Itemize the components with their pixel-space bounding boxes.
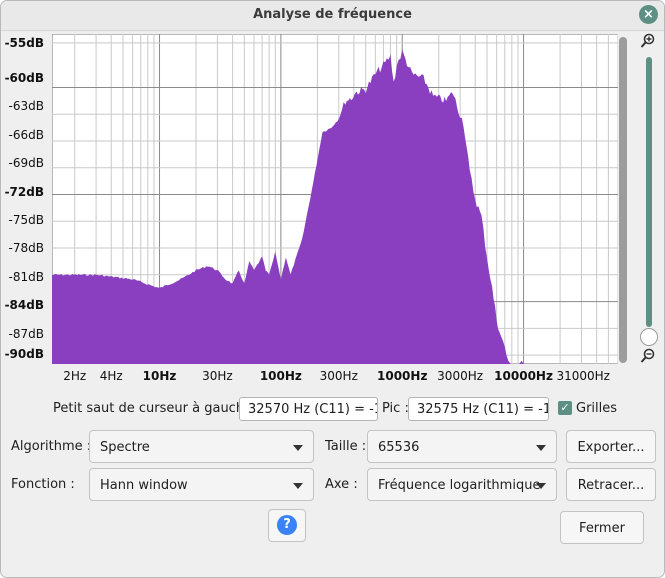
x-tick-label: 31000Hz [556,369,610,383]
cursor-label: Petit saut de curseur à gauche : [53,401,261,416]
size-select[interactable]: 65536 [367,430,557,463]
peak-value-field[interactable]: 32575 Hz (C11) = -17 [408,397,549,421]
close-icon[interactable]: × [639,5,658,24]
x-tick-label: 10000Hz [494,369,553,383]
grid-checkbox-label: Grilles [576,401,618,416]
y-tick-label: -87dB [8,327,44,341]
zoom-out-icon[interactable] [640,348,656,368]
grid-checkbox[interactable]: ✓ [558,401,572,415]
x-tick-label: 30Hz [202,369,233,383]
spectrum-plot[interactable] [51,33,619,365]
titlebar: Analyse de fréquence × [1,1,664,31]
y-tick-label: -55dB [4,36,44,50]
x-tick-label: 1000Hz [377,369,428,383]
help-icon: ? [277,515,297,535]
y-tick-label: -81dB [8,270,44,284]
chevron-down-icon [293,483,303,489]
chevron-down-icon [536,445,546,451]
close-button[interactable]: Fermer [560,511,644,544]
peak-label: Pic : [382,401,409,416]
x-tick-label: 4Hz [99,369,123,383]
x-tick-label: 300Hz [319,369,358,383]
function-select[interactable]: Hann window [89,468,314,501]
x-tick-label: 3000Hz [437,369,484,383]
algorithm-select[interactable]: Spectre [89,430,314,463]
frequency-analysis-window: Analyse de fréquence × -55dB -60dB -63dB -6… [0,0,665,578]
replot-button[interactable]: Retracer... [566,468,656,501]
axis-label: Axe : [325,477,358,492]
x-tick-label: 100Hz [259,369,302,383]
x-tick-label: 2Hz [63,369,87,383]
y-tick-label: -78dB [8,241,44,255]
function-label: Fonction : [11,477,75,492]
y-tick-label: -60dB [4,71,44,85]
algorithm-select-value: Spectre [100,440,150,455]
zoom-slider-track[interactable] [646,57,652,327]
y-tick-label: -90dB [4,347,44,361]
function-select-value: Hann window [100,478,188,493]
y-tick-label: -72dB [4,185,44,199]
y-tick-label: -75dB [8,213,44,227]
zoom-in-icon[interactable] [640,33,656,53]
y-tick-label: -69dB [8,156,44,170]
size-select-value: 65536 [378,440,420,455]
axis-select[interactable]: Fréquence logarithmique [367,468,557,501]
axis-select-value: Fréquence logarithmique [378,478,541,493]
y-tick-label: -84dB [4,298,44,312]
spectrum-svg [51,33,619,365]
help-button[interactable]: ? [268,509,306,542]
vertical-scrollbar[interactable] [619,37,627,363]
y-tick-label: -63dB [8,99,44,113]
x-tick-label: 10Hz [142,369,177,383]
export-button[interactable]: Exporter... [566,430,656,463]
cursor-value-field[interactable]: 32570 Hz (C11) = -17 [239,397,378,421]
chevron-down-icon [536,483,546,489]
algorithm-label: Algorithme : [11,439,92,454]
y-tick-label: -66dB [8,128,44,142]
size-label: Taille : [325,439,367,454]
window-title: Analyse de fréquence [253,7,412,22]
zoom-slider-handle[interactable] [640,328,658,346]
chevron-down-icon [293,445,303,451]
